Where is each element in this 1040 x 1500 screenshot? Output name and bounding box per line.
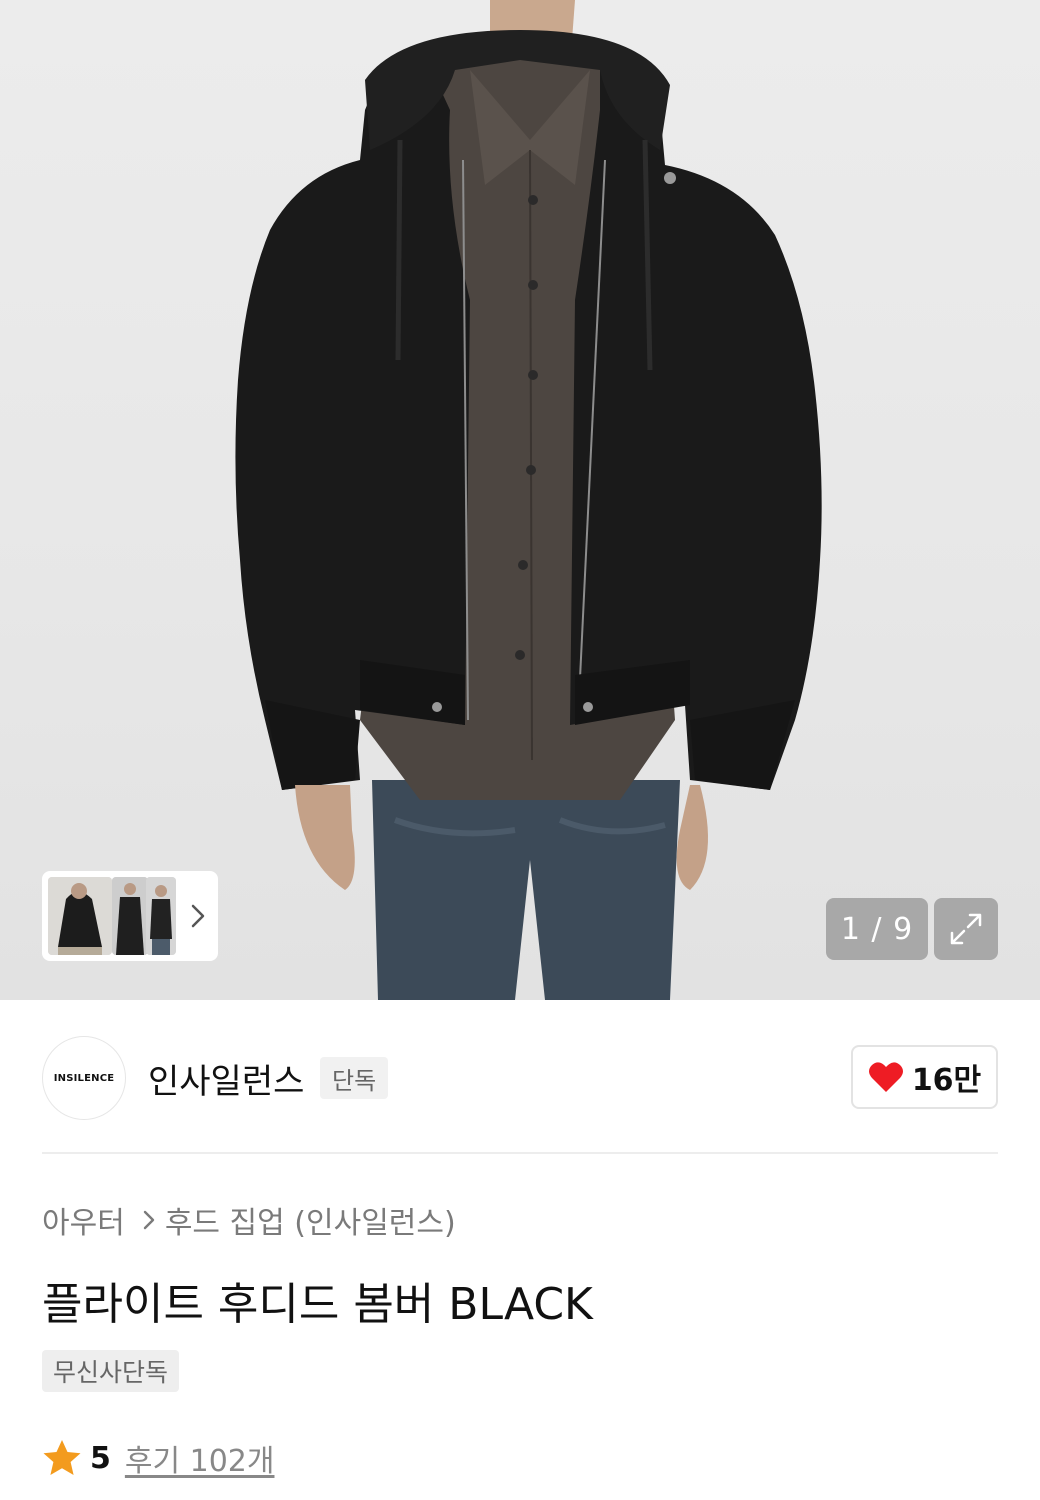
thumbnail-image	[146, 877, 176, 955]
thumbnail-3[interactable]	[146, 877, 176, 955]
section-divider	[42, 1152, 998, 1154]
product-image-gallery[interactable]: 1 / 9	[0, 0, 1040, 1000]
product-photo	[235, 0, 822, 1000]
thumbnail-strip[interactable]	[42, 871, 218, 961]
rating-row: 5 후기 102개	[42, 1436, 274, 1480]
exclusive-tag: 무신사단독	[42, 1350, 180, 1392]
product-title: 플라이트 후디드 봄버 BLACK	[42, 1279, 593, 1330]
review-count-link[interactable]: 후기 102개	[125, 1436, 275, 1480]
thumbnail-2[interactable]	[112, 877, 148, 955]
star-icon	[43, 1440, 81, 1475]
rating-score: 5	[90, 1440, 111, 1476]
breadcrumb-item-hood-zipup[interactable]: 후드 집업 (인사일런스)	[165, 1198, 456, 1242]
thumbnail-image	[48, 877, 112, 955]
brand-name[interactable]: 인사일런스	[148, 1054, 304, 1103]
like-button[interactable]: 16만	[851, 1045, 998, 1109]
breadcrumb: 아우터 후드 집업 (인사일런스)	[42, 1198, 456, 1242]
brand-logo-text: INSILENCE	[53, 1072, 115, 1084]
breadcrumb-item-outer[interactable]: 아우터	[42, 1198, 125, 1242]
brand-exclusive-badge: 단독	[320, 1057, 389, 1099]
thumbnail-1[interactable]	[48, 877, 112, 955]
image-counter: 1 / 9	[826, 898, 928, 960]
expand-arrows-icon[interactable]	[934, 898, 998, 960]
chevron-right-icon	[143, 1209, 155, 1231]
heart-icon	[868, 1062, 903, 1092]
thumbnail-image	[112, 877, 148, 955]
like-count: 16만	[911, 1063, 982, 1098]
brand-logo[interactable]: INSILENCE	[42, 1036, 126, 1120]
chevron-right-icon[interactable]	[186, 899, 210, 933]
